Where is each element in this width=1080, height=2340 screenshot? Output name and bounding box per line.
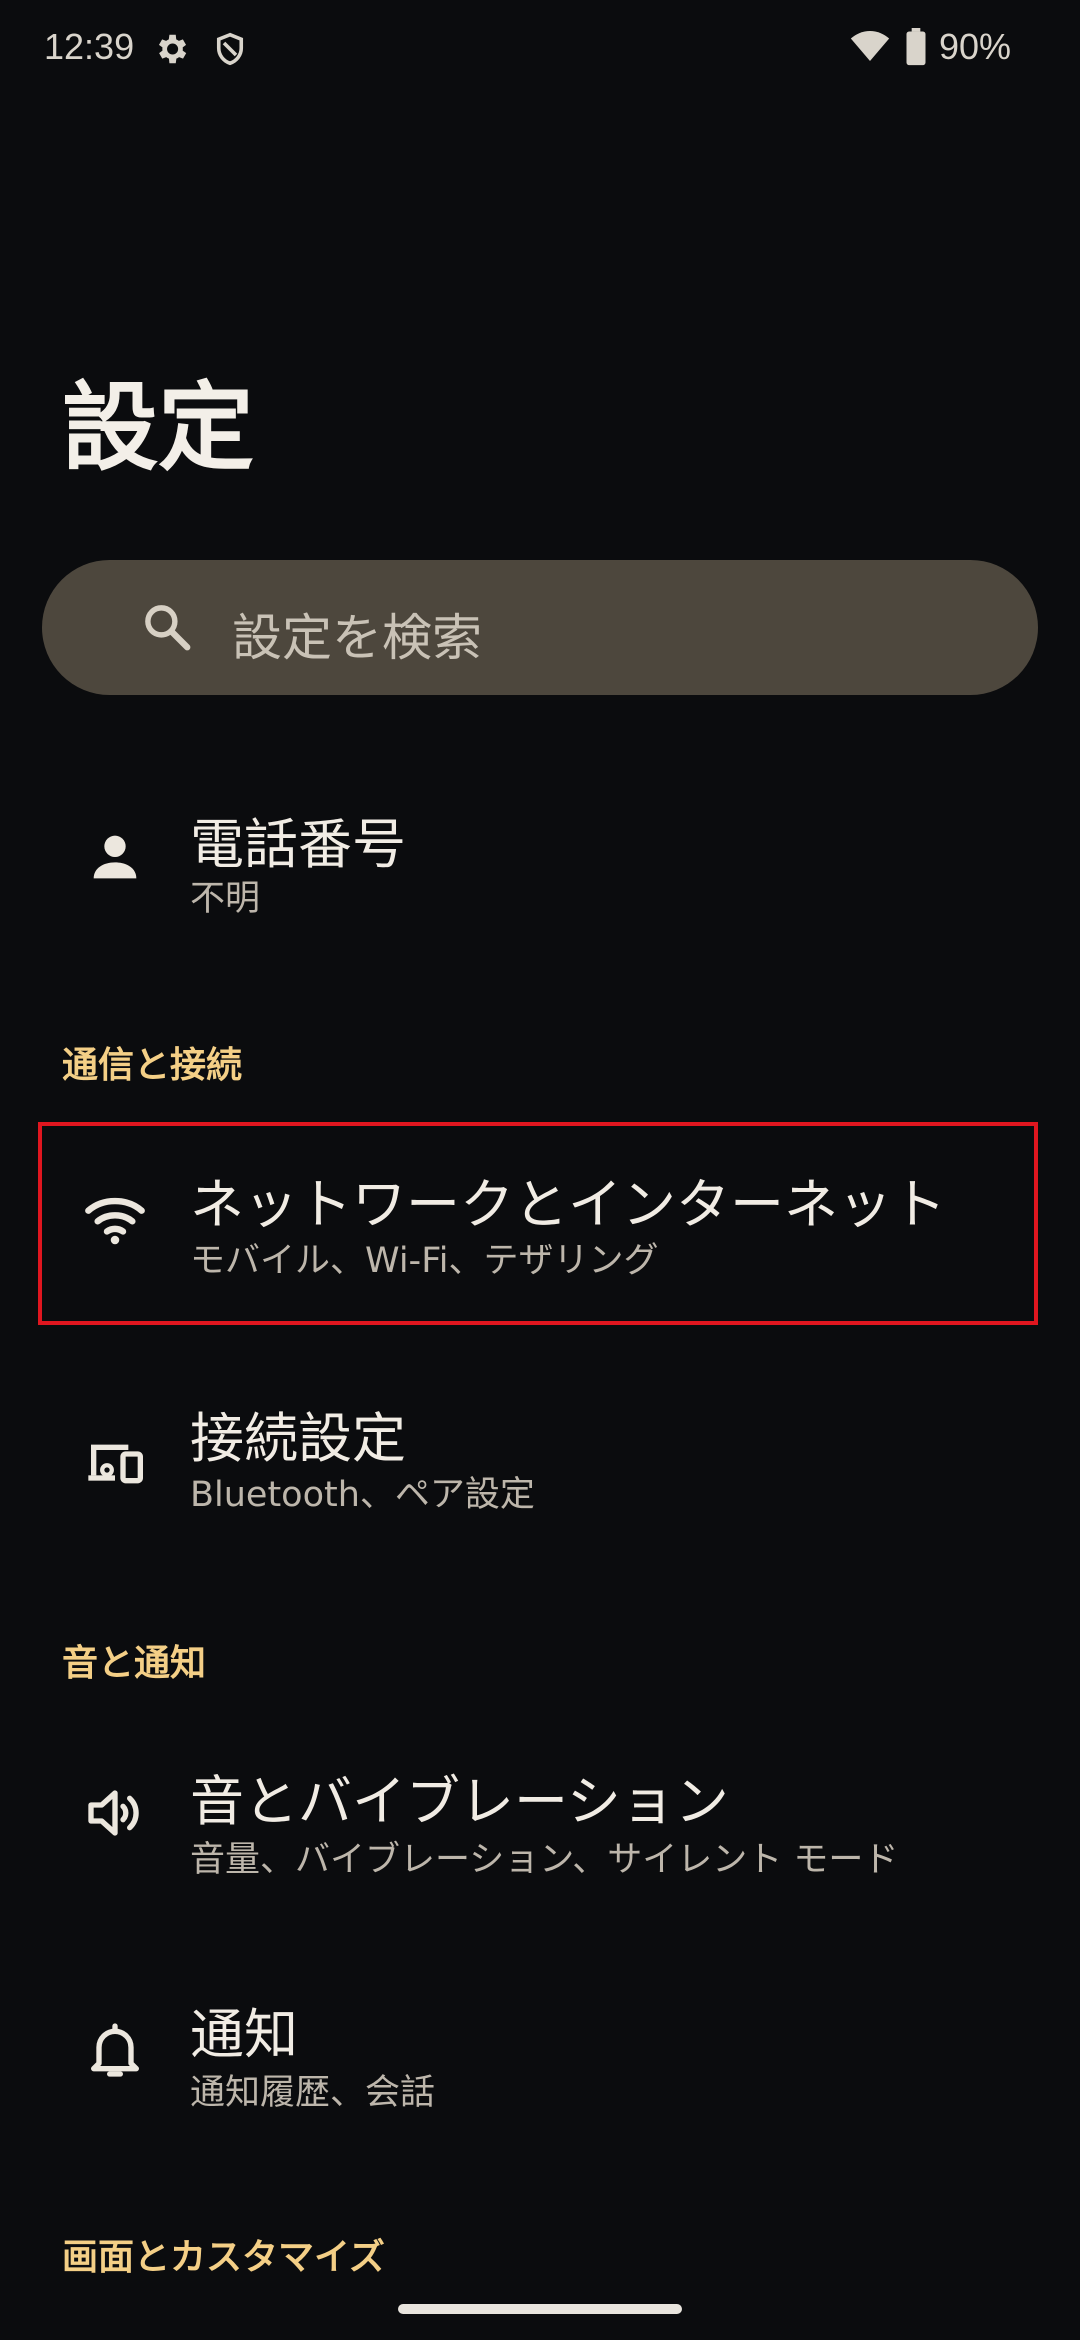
notifications-subtitle: 通知履歴、会話: [190, 2073, 436, 2113]
home-indicator[interactable]: [398, 2304, 682, 2314]
connected-devices-subtitle: Bluetooth、ペア設定: [190, 1475, 535, 1515]
phone-number-subtitle: 不明: [190, 879, 261, 919]
notifications-item[interactable]: 通知 通知履歴、会話: [0, 1968, 1080, 2148]
sound-vibration-subtitle: 音量、バイブレーション、サイレント モード: [190, 1840, 899, 1880]
notifications-title: 通知: [190, 2003, 298, 2066]
devices-icon: [83, 1430, 147, 1494]
phone-number-item[interactable]: 電話番号 不明: [0, 770, 1080, 940]
connected-devices-item[interactable]: 接続設定 Bluetooth、ペア設定: [0, 1370, 1080, 1550]
speaker-icon: [83, 1781, 147, 1845]
bell-icon: [83, 2018, 147, 2082]
person-icon: [83, 825, 147, 889]
wifi-icon: [850, 28, 890, 68]
battery-icon: [905, 28, 927, 70]
section-header-connections: 通信と接続: [62, 1045, 243, 1086]
shield-icon: [212, 30, 248, 72]
search-bar[interactable]: 設定を検索: [42, 560, 1038, 695]
status-bar: 12:39 90%: [0, 0, 1080, 100]
section-header-sound: 音と通知: [62, 1643, 207, 1684]
gear-icon: [152, 30, 190, 72]
battery-percentage: 90%: [939, 26, 1012, 67]
phone-number-title: 電話番号: [190, 813, 406, 876]
connected-devices-title: 接続設定: [190, 1407, 406, 1470]
status-time: 12:39: [44, 26, 135, 67]
search-icon: [140, 600, 194, 658]
sound-vibration-title: 音とバイブレーション: [190, 1770, 729, 1833]
sound-vibration-item[interactable]: 音とバイブレーション 音量、バイブレーション、サイレント モード: [0, 1735, 1080, 1915]
page-title: 設定: [62, 372, 254, 484]
search-placeholder: 設定を検索: [232, 609, 482, 667]
highlight-box: [38, 1122, 1038, 1325]
section-header-display: 画面とカスタマイズ: [62, 2237, 385, 2278]
